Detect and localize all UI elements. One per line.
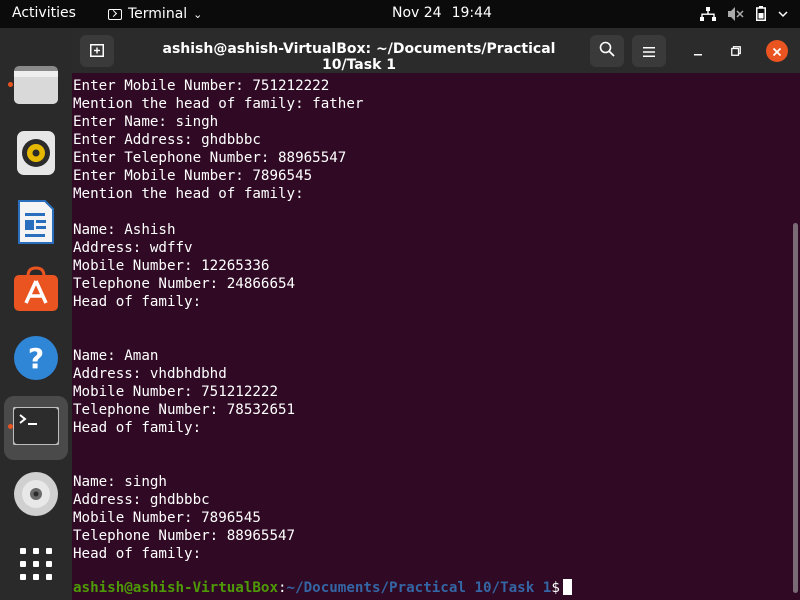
shopping-bag-icon <box>13 266 59 316</box>
dock-item-apps[interactable] <box>4 534 68 598</box>
running-indicator <box>8 424 13 429</box>
app-menu-label: Terminal <box>128 6 188 22</box>
scrollbar[interactable] <box>793 223 798 593</box>
top-bar: Activities Terminal ⌄ Nov 24 19:44 <box>0 0 800 28</box>
folder-icon <box>13 63 59 109</box>
activities-button[interactable]: Activities <box>12 5 76 21</box>
clock-date: Nov 24 <box>392 5 442 21</box>
terminal-line: Head of family: <box>73 546 202 562</box>
terminal-line: Mobile Number: 751212222 <box>73 384 278 400</box>
search-icon <box>599 41 615 61</box>
menu-button[interactable] <box>632 35 666 67</box>
terminal-line: Name: Ashish <box>73 222 176 238</box>
minimize-button[interactable] <box>688 40 708 60</box>
chevron-down-icon: ⌄ <box>193 7 203 21</box>
svg-text:?: ? <box>28 342 44 375</box>
dock-item-software[interactable] <box>4 259 68 323</box>
prompt-symbol: $ <box>551 580 560 596</box>
terminal-line: Enter Mobile Number: 7896545 <box>73 168 313 184</box>
terminal-line: Enter Telephone Number: 88965547 <box>73 150 347 166</box>
system-tray[interactable] <box>700 6 788 21</box>
help-icon: ? <box>13 335 59 385</box>
minimize-icon <box>693 41 703 60</box>
prompt-user-host: ashish@ashish-VirtualBox <box>73 580 278 596</box>
dock-item-terminal[interactable] <box>4 396 68 460</box>
dock-item-rhythmbox[interactable] <box>4 123 68 187</box>
speaker-icon <box>15 131 57 179</box>
new-tab-icon <box>90 42 104 61</box>
grid-icon <box>20 548 52 584</box>
shell-prompt: ashish@ashish-VirtualBox:~/Documents/Pra… <box>73 579 572 597</box>
terminal-icon <box>12 406 60 449</box>
terminal-line: Mobile Number: 12265336 <box>73 258 270 274</box>
clock-time: 19:44 <box>451 5 492 21</box>
prompt-colon: : <box>278 580 287 596</box>
disc-icon <box>13 471 59 521</box>
document-icon <box>17 199 55 249</box>
running-indicator <box>8 82 13 87</box>
terminal-line: Enter Address: ghdbbbc <box>73 132 261 148</box>
text-cursor <box>562 579 572 595</box>
maximize-button[interactable] <box>726 40 746 60</box>
prompt-path: ~/Documents/Practical 10/Task 1 <box>286 580 552 596</box>
terminal-line: Enter Name: singh <box>73 114 219 130</box>
dock-item-help[interactable]: ? <box>4 328 68 392</box>
terminal-line: Telephone Number: 78532651 <box>73 402 296 418</box>
dock-item-disc[interactable] <box>4 464 68 528</box>
terminal-line: Telephone Number: 88965547 <box>73 528 296 544</box>
terminal-line: Name: singh <box>73 474 167 490</box>
battery-icon <box>756 6 766 21</box>
terminal-line: Mention the head of family: father <box>73 96 364 112</box>
volume-muted-icon <box>728 6 744 21</box>
clock[interactable]: Nov 24 19:44 <box>392 5 502 21</box>
terminal-line: Telephone Number: 24866654 <box>73 276 296 292</box>
dock-item-files[interactable] <box>4 54 68 118</box>
terminal-line: Address: vhdbhdbhd <box>73 366 227 382</box>
close-icon <box>772 42 782 61</box>
search-button[interactable] <box>590 35 624 67</box>
terminal-app-icon <box>108 8 122 20</box>
terminal-line: Head of family: <box>73 420 202 436</box>
hamburger-icon <box>643 42 655 61</box>
terminal-line: Mobile Number: 7896545 <box>73 510 261 526</box>
power-menu-icon <box>778 10 788 18</box>
network-icon <box>700 6 716 21</box>
window-title: ashish@ashish-VirtualBox: ~/Documents/Pr… <box>162 41 556 73</box>
terminal-line: Mention the head of family: <box>73 186 304 202</box>
terminal-line: Enter Mobile Number: 751212222 <box>73 78 330 94</box>
terminal-line: Address: ghdbbbc <box>73 492 210 508</box>
terminal-line: Address: wdffv <box>73 240 193 256</box>
new-tab-button[interactable] <box>80 35 114 67</box>
terminal-line: Name: Aman <box>73 348 159 364</box>
dock: ? <box>0 28 72 600</box>
dock-item-writer[interactable] <box>4 192 68 256</box>
terminal-header-bar: ashish@ashish-VirtualBox: ~/Documents/Pr… <box>72 28 800 73</box>
terminal-lines: Enter Mobile Number: 751212222 Mention th… <box>73 77 363 563</box>
close-button[interactable] <box>766 40 788 62</box>
restore-icon <box>731 41 741 60</box>
app-menu[interactable]: Terminal ⌄ <box>108 4 202 24</box>
terminal-line: Head of family: <box>73 294 202 310</box>
terminal-output[interactable]: Enter Mobile Number: 751212222 Mention th… <box>72 73 800 600</box>
